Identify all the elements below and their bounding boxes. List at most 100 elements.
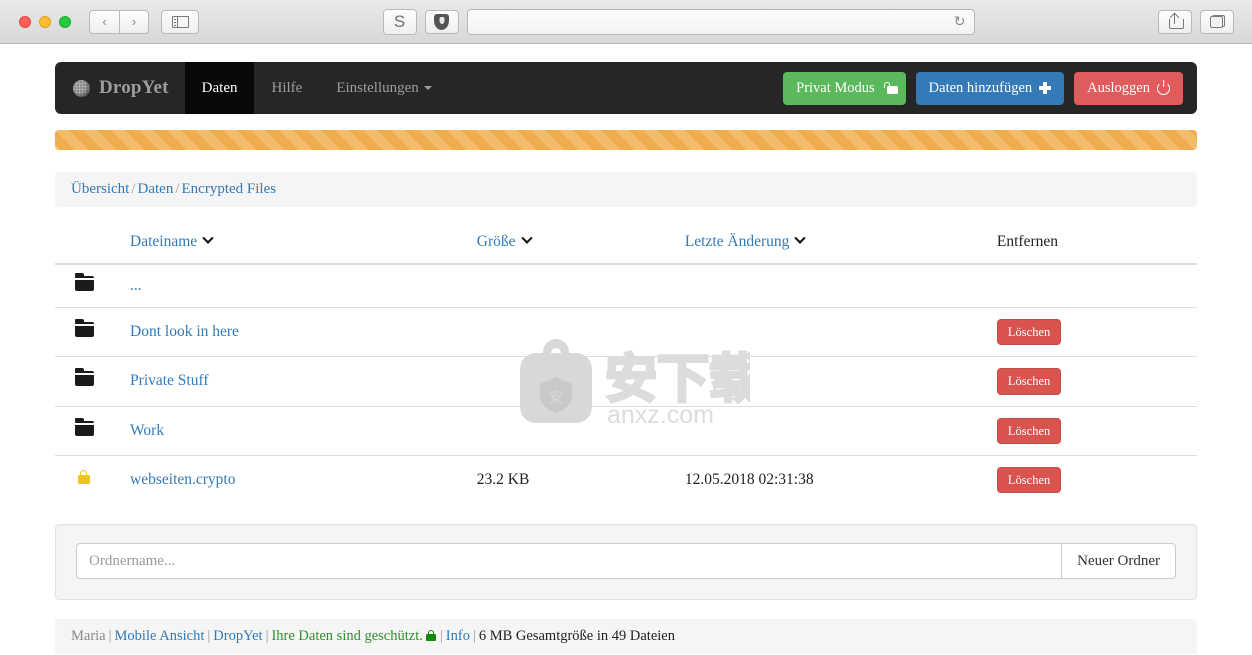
shield-icon [434, 13, 449, 30]
add-data-label: Daten hinzufügen [928, 79, 1033, 96]
browser-toolbar: ‹ › S ↻ [0, 0, 1252, 44]
col-header-size[interactable]: Größe [468, 225, 677, 265]
nav-item-hilfe[interactable]: Hilfe [254, 62, 319, 114]
share-button[interactable] [1158, 9, 1192, 34]
app-navbar: DropYet Daten Hilfe Einstellungen Privat… [55, 62, 1197, 114]
breadcrumb-item-1[interactable]: Daten [138, 181, 174, 197]
breadcrumb: Übersicht / Daten / Encrypted Files [55, 172, 1197, 207]
chrome-right-buttons [1158, 9, 1234, 34]
reload-icon[interactable]: ↻ [954, 13, 966, 30]
back-button[interactable]: ‹ [89, 9, 119, 34]
col-header-size-label: Größe [476, 233, 516, 250]
folder-name-input[interactable] [76, 543, 1062, 579]
row-remove-cell: Löschen [988, 454, 1197, 504]
new-folder-button[interactable]: Neuer Ordner [1061, 543, 1176, 579]
power-icon [1157, 81, 1170, 95]
logout-label: Ausloggen [1087, 79, 1150, 96]
row-name-cell: Dont look in here [122, 306, 469, 357]
minimize-window-button[interactable] [39, 15, 51, 28]
chevron-down-icon [794, 232, 807, 244]
col-header-filename[interactable]: Dateiname [122, 225, 469, 265]
row-icon-cell [55, 405, 123, 456]
brand[interactable]: DropYet [55, 62, 185, 114]
row-icon-cell [55, 306, 123, 357]
delete-button[interactable]: Löschen [996, 466, 1062, 493]
folder-icon [75, 273, 94, 291]
row-name-cell: Private Stuff [122, 356, 469, 406]
nav-item-hilfe-label: Hilfe [271, 79, 303, 96]
footer-secure-text: Ihre Daten sind geschützt. [271, 628, 423, 644]
sidebar-toggle-button[interactable] [161, 9, 199, 34]
file-link[interactable]: Dont look in here [130, 323, 239, 340]
file-link[interactable]: webseiten.crypto [130, 471, 235, 488]
url-input[interactable]: ↻ [466, 8, 975, 35]
row-size-cell: 23.2 KB [468, 454, 677, 504]
storage-progress-fill [55, 130, 1197, 150]
row-remove-cell: Löschen [988, 306, 1197, 357]
tabs-icon [1209, 15, 1225, 28]
breadcrumb-item-0[interactable]: Übersicht [71, 181, 129, 197]
row-icon-cell [55, 454, 123, 504]
row-size-cell [468, 405, 677, 456]
col-header-modified[interactable]: Letzte Änderung [676, 225, 989, 265]
row-size-cell [468, 306, 677, 357]
delete-button[interactable]: Löschen [996, 368, 1062, 395]
file-table: Dateiname Größe Letzte Änderung Entferne… [55, 225, 1197, 504]
breadcrumb-separator: / [175, 181, 180, 197]
row-remove-cell: Löschen [988, 356, 1197, 406]
row-modified-cell [676, 356, 989, 406]
nav-item-einstellungen[interactable]: Einstellungen [319, 62, 449, 114]
footer-username: Maria [71, 628, 106, 644]
chevron-down-icon [520, 232, 533, 244]
forward-button[interactable]: › [119, 9, 149, 34]
row-icon-cell [55, 264, 122, 308]
maximize-window-button[interactable] [59, 15, 71, 28]
table-row[interactable]: Private Stuff Löschen [55, 356, 1197, 406]
folder-icon [75, 319, 94, 338]
breadcrumb-item-2[interactable]: Encrypted Files [182, 181, 277, 197]
col-header-modified-label: Letzte Änderung [684, 233, 790, 250]
file-link[interactable]: Work [130, 422, 164, 439]
delete-button[interactable]: Löschen [996, 319, 1062, 346]
footer-mobile-view-link[interactable]: Mobile Ansicht [115, 628, 205, 644]
logout-button[interactable]: Ausloggen [1074, 71, 1183, 105]
row-name-cell: webseiten.crypto [122, 454, 469, 504]
row-remove-cell [989, 264, 1197, 308]
footer-storage-text: 6 MB Gesamtgröße in 49 Dateien [478, 628, 675, 644]
row-size-cell [468, 356, 677, 406]
storage-progress [55, 130, 1197, 150]
reader-mode-button[interactable]: S [382, 8, 417, 35]
private-mode-button[interactable]: Privat Modus [783, 71, 906, 105]
table-row[interactable]: Dont look in here Löschen [55, 306, 1197, 357]
delete-button[interactable]: Löschen [996, 417, 1062, 444]
row-remove-cell: Löschen [988, 405, 1197, 456]
brand-label: DropYet [99, 77, 169, 98]
col-header-icon [55, 225, 123, 265]
privacy-report-button[interactable] [424, 9, 459, 34]
nav-buttons-group: ‹ › [89, 9, 149, 34]
navbar-actions: Privat Modus Daten hinzufügen Ausloggen [783, 62, 1197, 114]
table-row[interactable]: ... [55, 264, 1197, 308]
file-link[interactable]: ... [130, 277, 142, 294]
table-row[interactable]: webseiten.crypto 23.2 KB 12.05.2018 02:3… [55, 454, 1197, 504]
file-link[interactable]: Private Stuff [130, 372, 209, 389]
nav-item-daten[interactable]: Daten [184, 62, 255, 114]
lock-icon [882, 82, 899, 94]
row-modified-cell: 12.05.2018 02:31:38 [676, 454, 989, 504]
folder-icon [75, 417, 94, 436]
add-data-button[interactable]: Daten hinzufügen [915, 71, 1065, 105]
plus-icon [1039, 82, 1052, 94]
lock-icon [425, 630, 436, 641]
share-icon [1168, 12, 1184, 29]
footer-separator: | [108, 628, 112, 644]
show-tabs-button[interactable] [1200, 9, 1234, 34]
table-row[interactable]: Work Löschen [55, 405, 1197, 456]
row-icon-cell [55, 356, 123, 406]
row-modified-cell [676, 306, 989, 357]
row-name-cell: Work [122, 405, 469, 456]
folder-icon [75, 368, 94, 387]
footer-brand-link[interactable]: DropYet [213, 628, 262, 644]
close-window-button[interactable] [19, 15, 31, 28]
footer-info-link[interactable]: Info [446, 628, 470, 644]
row-modified-cell [677, 264, 989, 308]
